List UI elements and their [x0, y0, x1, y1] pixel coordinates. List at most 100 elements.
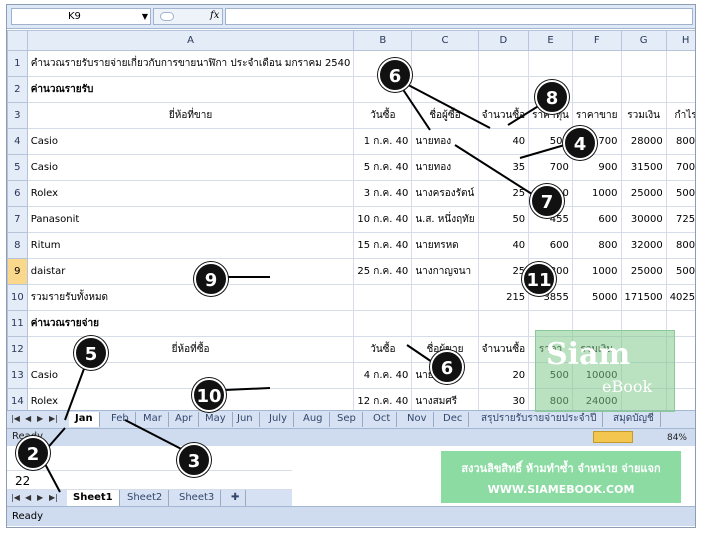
insert-sheet-icon[interactable]: ✚ [225, 490, 247, 506]
cell-a1[interactable]: คำนวณรายรับรายจ่ายเกี่ยวกับการขายนาฬิกา … [26, 50, 355, 77]
cell-h7[interactable]: 7250 [665, 206, 695, 233]
inset-tab-sheet3[interactable]: Sheet3 [173, 490, 222, 506]
cell-h2[interactable] [665, 76, 695, 103]
cell-c9[interactable]: นางกาญจนา [411, 258, 479, 285]
cell-c11[interactable] [411, 310, 479, 337]
cell-c2[interactable] [411, 76, 479, 103]
cell-b3[interactable]: วันซื้อ [353, 102, 413, 129]
cell-g5[interactable]: 31500 [620, 154, 667, 181]
tab-summary-12[interactable]: สรุปรายรับรายจ่ายประจำปี [475, 412, 604, 427]
cell-g6[interactable]: 25000 [620, 180, 667, 207]
cell-c5[interactable]: นายทอง [411, 154, 479, 181]
cell-g4[interactable]: 28000 [620, 128, 667, 155]
prev-sheet-icon[interactable]: ◀ [25, 414, 31, 423]
tab-dec[interactable]: Dec [437, 412, 470, 427]
column-header-h[interactable]: H [665, 30, 695, 51]
row-header[interactable]: 9 [7, 258, 28, 285]
cell-c7[interactable]: น.ส. หนึ่งฤทัย [411, 206, 479, 233]
cell-h6[interactable]: 5000 [665, 180, 695, 207]
cell-h10[interactable]: 40250 [665, 284, 695, 311]
tab-feb[interactable]: Feb [105, 412, 136, 427]
cell-d5[interactable]: 35 [477, 154, 530, 181]
tab-oct[interactable]: Oct [367, 412, 398, 427]
row-header[interactable]: 7 [7, 206, 28, 233]
resize-handle-icon[interactable] [160, 12, 174, 21]
cell-f10[interactable]: 5000 [571, 284, 622, 311]
row-header[interactable]: 10 [7, 284, 28, 311]
row-header[interactable]: 1 [7, 50, 28, 77]
cell-b5[interactable]: 5 ก.ค. 40 [353, 154, 413, 181]
cell-c8[interactable]: นายทรหด [411, 232, 479, 259]
cell-b11[interactable] [353, 310, 413, 337]
cell-b10[interactable] [353, 284, 413, 311]
cell-f3[interactable]: ราคาขาย [571, 102, 622, 129]
cell-b12[interactable]: วันซื้อ [353, 336, 413, 363]
tab-apr[interactable]: Apr [169, 412, 200, 427]
tab-jan[interactable]: Jan [69, 412, 100, 427]
row-header[interactable]: 4 [7, 128, 28, 155]
tab-aug[interactable]: Aug [297, 412, 330, 427]
tab-summary-13[interactable]: สมุดบัญชี [607, 412, 661, 427]
formula-input[interactable] [225, 8, 693, 25]
next-sheet-icon[interactable]: ▶ [37, 493, 43, 502]
cell-a8[interactable]: Ritum [26, 232, 355, 259]
last-sheet-icon[interactable]: ▶| [49, 493, 58, 502]
inset-tab-sheet2[interactable]: Sheet2 [121, 490, 170, 506]
tab-nov[interactable]: Nov [401, 412, 434, 427]
cell-d13[interactable]: 20 [477, 362, 530, 389]
cell-a5[interactable]: Casio [26, 154, 355, 181]
column-header-f[interactable]: F [571, 30, 622, 51]
row-header[interactable]: 13 [7, 362, 28, 389]
cell-c4[interactable]: นายทอง [411, 128, 479, 155]
column-header-a[interactable]: A [26, 30, 355, 51]
cell-f1[interactable] [571, 50, 622, 77]
cell-g3[interactable]: รวมเงิน [620, 102, 667, 129]
row-header[interactable]: 8 [7, 232, 28, 259]
cell-f2[interactable] [571, 76, 622, 103]
next-sheet-icon[interactable]: ▶ [37, 414, 43, 423]
first-sheet-icon[interactable]: |◀ [11, 493, 20, 502]
prev-sheet-icon[interactable]: ◀ [25, 493, 31, 502]
row-header[interactable]: 5 [7, 154, 28, 181]
cell-e8[interactable]: 600 [528, 232, 573, 259]
cell-h9[interactable]: 5000 [665, 258, 695, 285]
cell-g7[interactable]: 30000 [620, 206, 667, 233]
cell-e1[interactable] [528, 50, 573, 77]
insert-function-button[interactable]: fx [210, 10, 219, 21]
cell-h5[interactable]: 7000 [665, 154, 695, 181]
cell-f8[interactable]: 800 [571, 232, 622, 259]
cell-a9[interactable]: daistar [26, 258, 355, 285]
cell-b7[interactable]: 10 ก.ค. 40 [353, 206, 413, 233]
cell-f6[interactable]: 1000 [571, 180, 622, 207]
tab-may[interactable]: May [199, 412, 233, 427]
cell-d11[interactable] [477, 310, 530, 337]
tab-sep[interactable]: Sep [331, 412, 363, 427]
cell-g8[interactable]: 32000 [620, 232, 667, 259]
cell-d8[interactable]: 40 [477, 232, 530, 259]
row-header[interactable]: 11 [7, 310, 28, 337]
row-header[interactable]: 6 [7, 180, 28, 207]
cell-b6[interactable]: 3 ก.ค. 40 [353, 180, 413, 207]
cell-d3[interactable]: จำนวนซื้อ [477, 102, 530, 129]
cell-g1[interactable] [620, 50, 667, 77]
cell-c1[interactable] [411, 50, 479, 77]
cell-a6[interactable]: Rolex [26, 180, 355, 207]
cell-g2[interactable] [620, 76, 667, 103]
cell-g10[interactable]: 171500 [620, 284, 667, 311]
last-sheet-icon[interactable]: ▶| [49, 414, 58, 423]
cell-a10[interactable]: รวมรายรับทั้งหมด [26, 284, 355, 311]
row-header[interactable]: 2 [7, 76, 28, 103]
cell-b14[interactable]: 12 ก.ค. 40 [353, 388, 413, 410]
row-header[interactable]: 12 [7, 336, 28, 363]
column-header-b[interactable]: B [353, 30, 413, 51]
column-header-c[interactable]: C [411, 30, 479, 51]
name-box[interactable]: K9 ▼ [11, 8, 151, 25]
cell-a14[interactable]: Rolex [26, 388, 355, 410]
cell-h1[interactable] [665, 50, 695, 77]
cell-b9[interactable]: 25 ก.ค. 40 [353, 258, 413, 285]
cell-c10[interactable] [411, 284, 479, 311]
row-header[interactable]: 3 [7, 102, 28, 129]
cell-d6[interactable]: 25 [477, 180, 530, 207]
cell-a13[interactable]: Casio [26, 362, 355, 389]
cell-d10[interactable]: 215 [477, 284, 530, 311]
